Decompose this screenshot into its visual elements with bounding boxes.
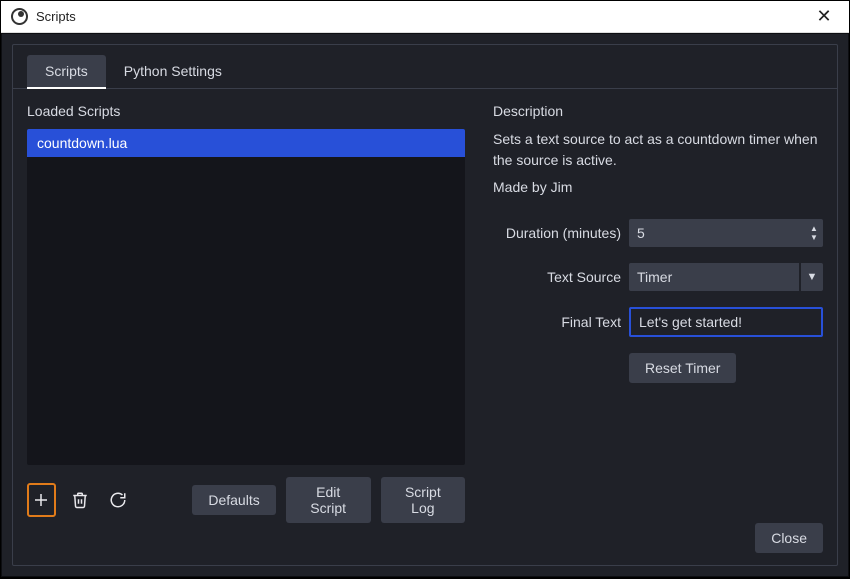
script-log-button[interactable]: Script Log [381, 477, 465, 523]
text-source-select[interactable]: Timer [629, 263, 799, 291]
tab-python-settings[interactable]: Python Settings [106, 55, 240, 88]
trash-icon [71, 491, 89, 509]
description-label: Description [493, 103, 823, 119]
tab-bar: Scripts Python Settings [13, 45, 837, 89]
chevron-up-icon[interactable]: ▲ [807, 225, 821, 233]
duration-input[interactable] [629, 219, 823, 247]
duration-label: Duration (minutes) [493, 225, 621, 241]
scripts-window: Scripts ✕ Scripts Python Settings Loaded… [1, 1, 849, 577]
plus-icon [32, 491, 50, 509]
dialog-footer: Close [27, 523, 823, 553]
close-button[interactable]: Close [755, 523, 823, 553]
client-area: Scripts Python Settings Loaded Scripts c… [1, 33, 849, 577]
titlebar: Scripts ✕ [1, 1, 849, 33]
text-source-label: Text Source [493, 269, 621, 285]
tab-scripts[interactable]: Scripts [27, 55, 106, 89]
defaults-button[interactable]: Defaults [192, 485, 275, 515]
obs-icon [11, 8, 28, 25]
duration-spinner[interactable]: ▲ ▼ [807, 219, 821, 247]
loaded-scripts-label: Loaded Scripts [27, 103, 465, 119]
final-text-label: Final Text [493, 314, 621, 330]
chevron-down-icon: ▼ [807, 271, 818, 283]
loaded-scripts-list[interactable]: countdown.lua [27, 129, 465, 465]
add-script-button[interactable] [27, 483, 56, 517]
text-source-dropdown-button[interactable]: ▼ [801, 263, 823, 291]
scripts-toolbar: Defaults Edit Script Script Log [27, 477, 465, 523]
description-body: Sets a text source to act as a countdown… [493, 129, 823, 171]
edit-script-button[interactable]: Edit Script [286, 477, 371, 523]
window-title: Scripts [36, 9, 809, 24]
final-text-input[interactable] [629, 307, 823, 337]
close-icon[interactable]: ✕ [809, 6, 839, 27]
remove-script-button[interactable] [66, 483, 94, 517]
list-item[interactable]: countdown.lua [27, 129, 465, 157]
chevron-down-icon[interactable]: ▼ [807, 234, 821, 242]
description-author: Made by Jim [493, 179, 823, 195]
reset-timer-button[interactable]: Reset Timer [629, 353, 736, 383]
reload-scripts-button[interactable] [104, 483, 132, 517]
refresh-icon [109, 491, 127, 509]
